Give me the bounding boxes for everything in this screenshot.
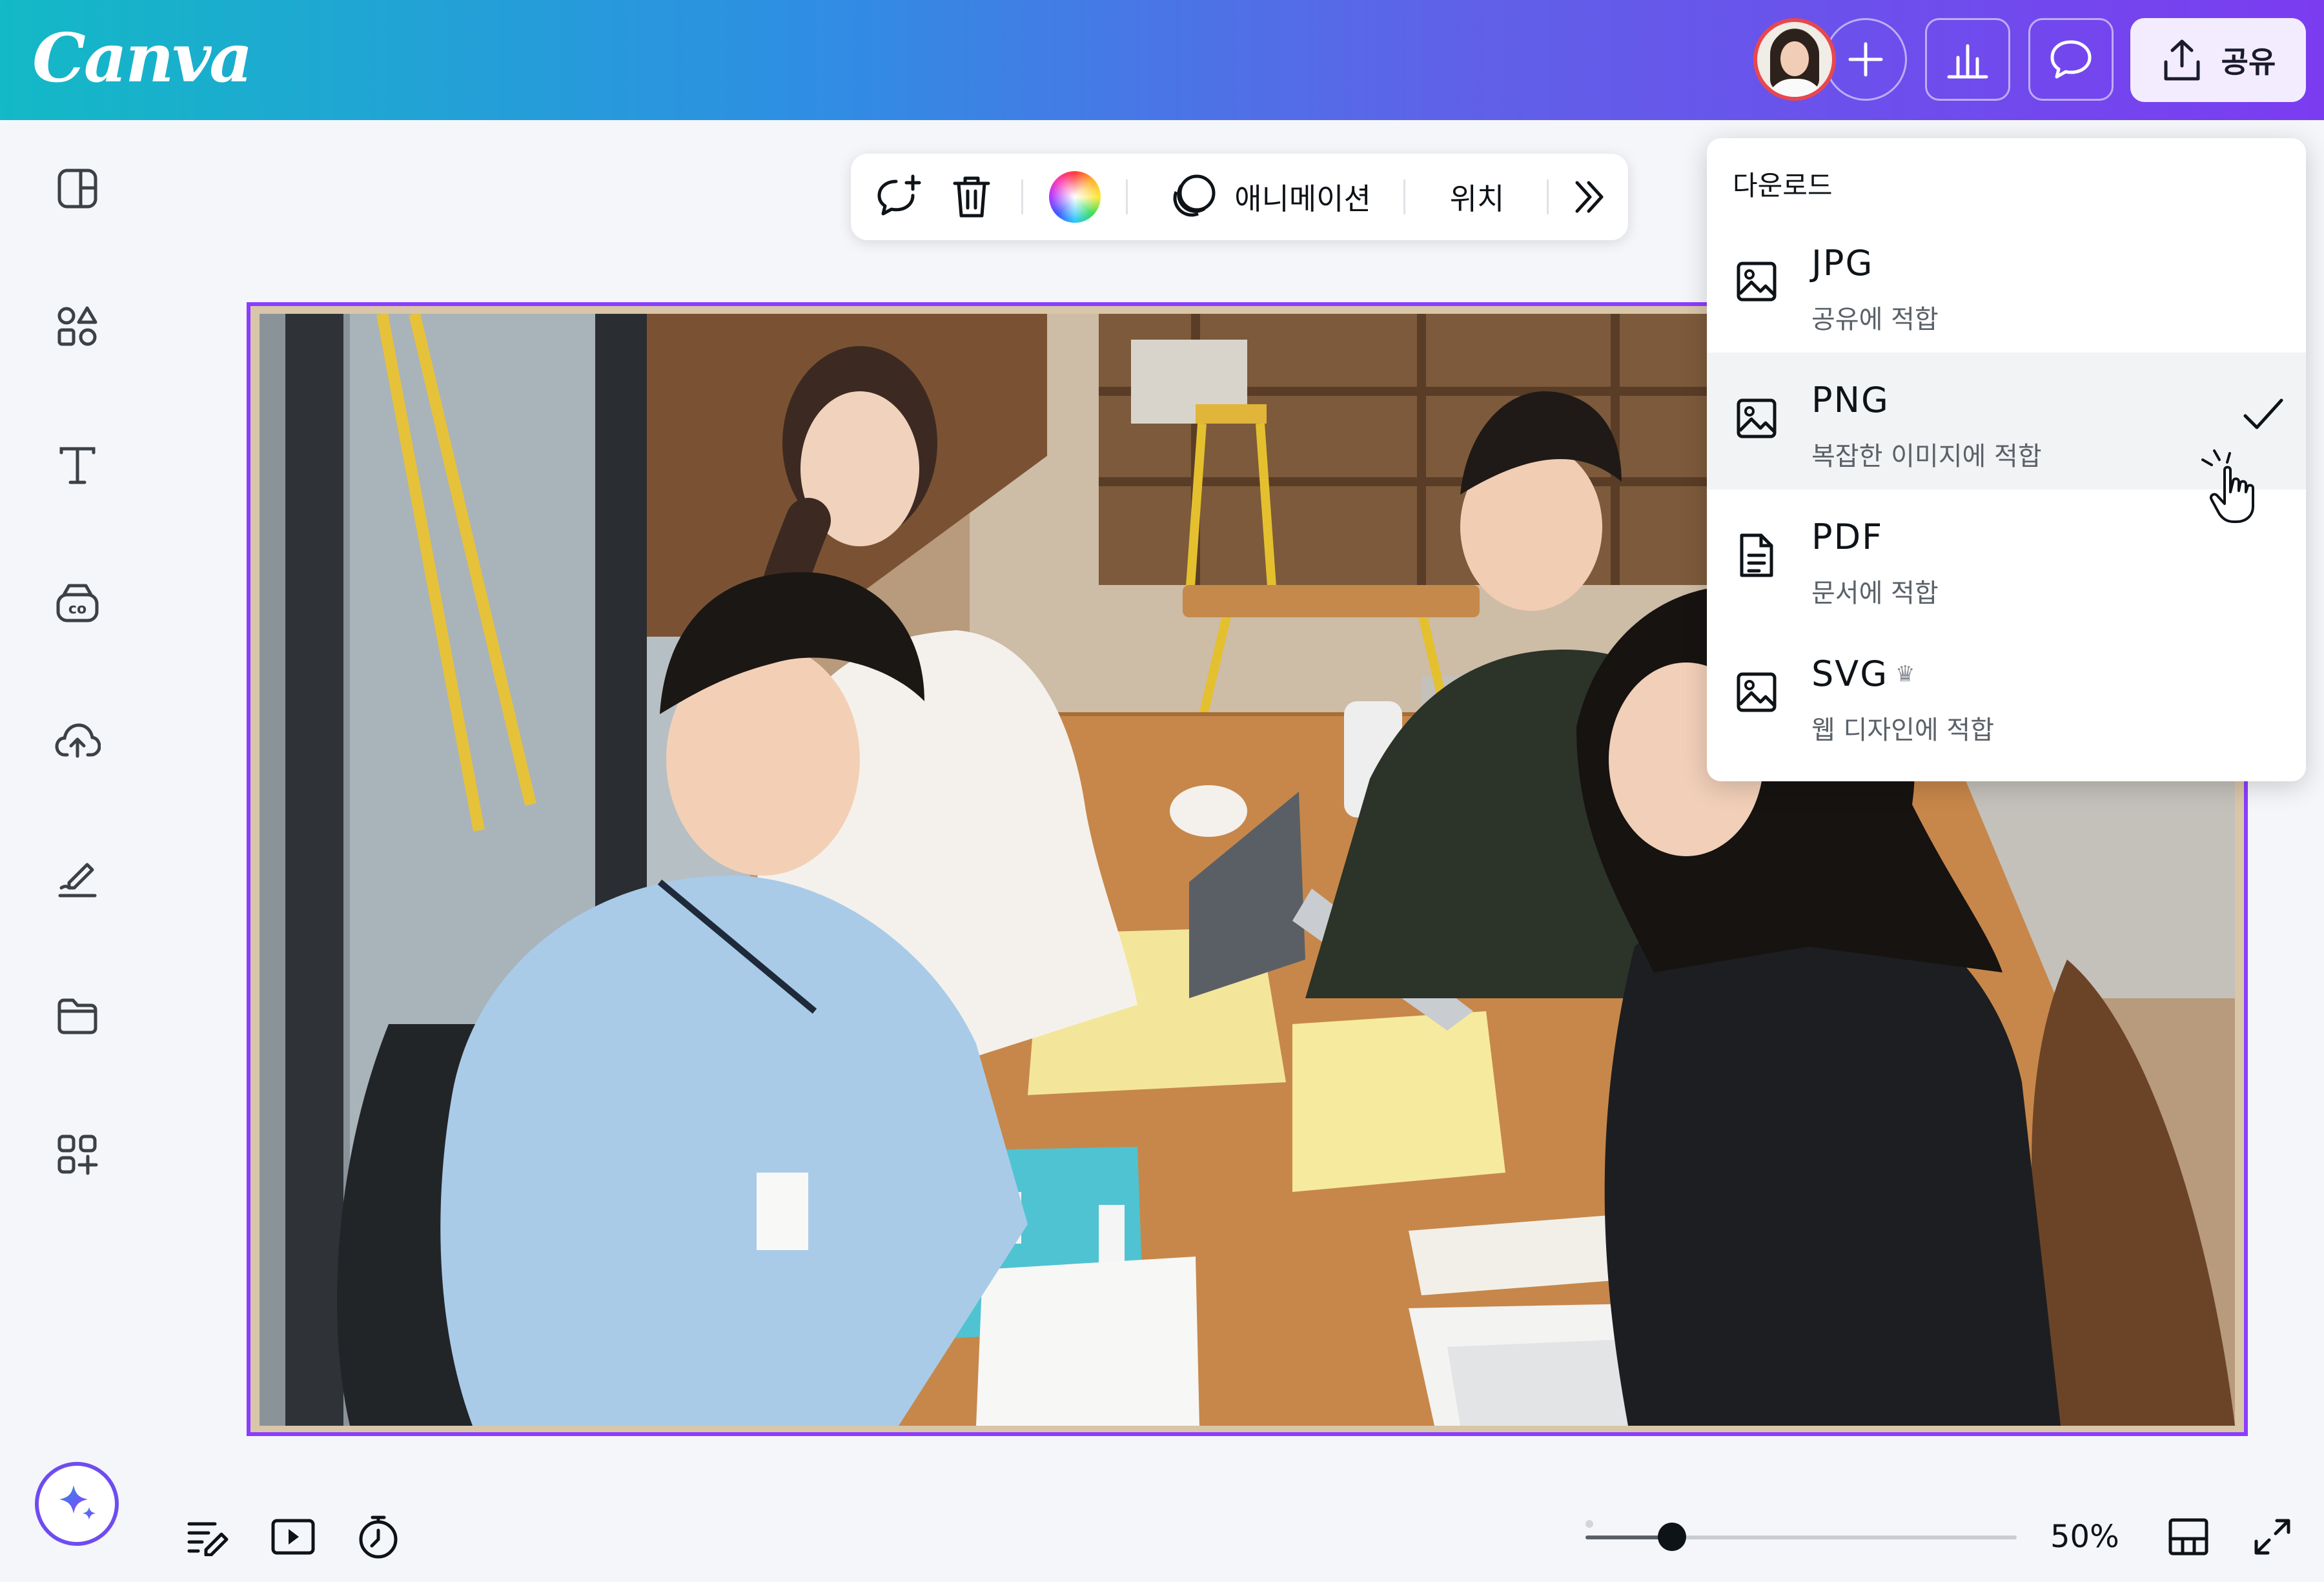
top-bar: Canva 공유 (0, 0, 2324, 120)
page-layout-icon (2168, 1518, 2208, 1556)
sidebar-item-elements[interactable] (54, 303, 101, 350)
zoom-min-marker (1585, 1520, 1593, 1528)
download-menu-title: 다운로드 (1733, 170, 1833, 201)
zoom-slider[interactable] (1585, 1536, 2017, 1539)
more-tools-button[interactable] (1560, 154, 1618, 240)
sidebar-item-brand[interactable]: co (54, 580, 101, 626)
plus-icon (1848, 42, 1883, 77)
format-name: JPG (1811, 243, 1874, 283)
upload-icon (2164, 39, 2200, 81)
zoom-slider-handle[interactable] (1657, 1523, 1686, 1551)
toolbar-divider (1021, 180, 1023, 214)
apps-icon (57, 1135, 98, 1175)
play-icon (271, 1519, 315, 1555)
present-button[interactable] (267, 1511, 319, 1563)
image-icon (1734, 666, 1779, 718)
user-avatar[interactable] (1753, 18, 1836, 101)
svg-text:co: co (68, 601, 87, 617)
position-label: 위치 (1449, 181, 1505, 216)
color-picker-button[interactable] (1039, 154, 1110, 240)
draw-icon (58, 863, 97, 898)
image-icon (1734, 256, 1779, 307)
animate-label: 애니메이션 (1234, 181, 1371, 216)
add-collaborator-button[interactable] (1824, 18, 1907, 101)
notes-icon (187, 1522, 229, 1556)
double-chevron-right-icon (1575, 181, 1604, 213)
fullscreen-button[interactable] (2247, 1511, 2298, 1563)
premium-crown-icon: ♛ (1895, 661, 1915, 687)
timer-button[interactable] (352, 1511, 404, 1563)
sidebar-item-projects[interactable] (54, 993, 101, 1040)
format-name: PNG (1811, 380, 1890, 420)
share-button[interactable]: 공유 (2130, 18, 2306, 102)
magic-assistant-button[interactable] (35, 1462, 119, 1546)
animate-icon (1173, 174, 1216, 217)
page-view-button[interactable] (2163, 1511, 2214, 1563)
toolbar-divider (1403, 180, 1405, 214)
toolbar-divider (1547, 180, 1549, 214)
insights-icon (1947, 44, 1988, 79)
zoom-level[interactable]: 50% (2050, 1519, 2119, 1555)
add-comment-button[interactable] (869, 154, 928, 240)
sidebar-item-draw[interactable] (54, 855, 101, 901)
expand-icon (2254, 1519, 2290, 1555)
sidebar-item-text[interactable] (54, 442, 101, 488)
sidebar-item-uploads[interactable] (54, 717, 101, 763)
position-button[interactable]: 위치 (1419, 154, 1535, 240)
delete-button[interactable] (943, 154, 1001, 240)
brand-icon: co (56, 584, 99, 622)
sparkle-icon (59, 1485, 96, 1520)
comment-button[interactable] (2028, 18, 2114, 101)
sidebar-item-apps[interactable] (54, 1131, 101, 1178)
color-wheel-icon (1049, 171, 1101, 223)
image-icon (1734, 393, 1779, 444)
comment-add-icon (877, 174, 921, 216)
upload-cloud-icon (55, 723, 101, 758)
format-name: PDF (1811, 517, 1884, 557)
trash-icon (953, 176, 990, 218)
sidebar-item-design[interactable] (54, 165, 101, 212)
download-option-png[interactable]: PNG 복잡한 이미지에 적합 (1707, 353, 2306, 523)
notes-button[interactable] (182, 1511, 234, 1563)
insights-button[interactable] (1925, 18, 2010, 101)
share-label: 공유 (2221, 45, 2276, 79)
animate-button[interactable]: 애니메이션 (1144, 154, 1396, 240)
canva-logo[interactable]: Canva (32, 18, 253, 98)
download-menu: 다운로드 JPG 공유에 적합 PNG 복잡한 이미지에 적합 PDF 문서에 … (1707, 138, 2306, 781)
download-option-pdf[interactable]: PDF 문서에 적합 (1707, 489, 2306, 626)
format-name: SVG (1811, 653, 1889, 694)
text-icon (59, 447, 96, 484)
timer-icon (359, 1515, 398, 1559)
document-icon (1734, 529, 1779, 581)
format-description: 문서에 적합 (1811, 579, 1939, 608)
format-description: 공유에 적합 (1811, 305, 1939, 334)
elements-icon (57, 306, 97, 346)
toolbar-divider (1126, 180, 1128, 214)
format-description: 웹 디자인에 적합 (1811, 715, 1995, 745)
format-description: 복잡한 이미지에 적합 (1811, 442, 2042, 471)
download-option-svg[interactable]: SVG ♛ 웹 디자인에 적합 (1707, 626, 2306, 763)
element-toolbar: 애니메이션 위치 (851, 154, 1628, 240)
checkmark-icon (2243, 398, 2283, 429)
projects-folder-icon (57, 998, 97, 1034)
download-option-jpg[interactable]: JPG 공유에 적합 (1707, 216, 2306, 353)
design-icon (57, 169, 97, 209)
comment-icon (2050, 40, 2092, 79)
